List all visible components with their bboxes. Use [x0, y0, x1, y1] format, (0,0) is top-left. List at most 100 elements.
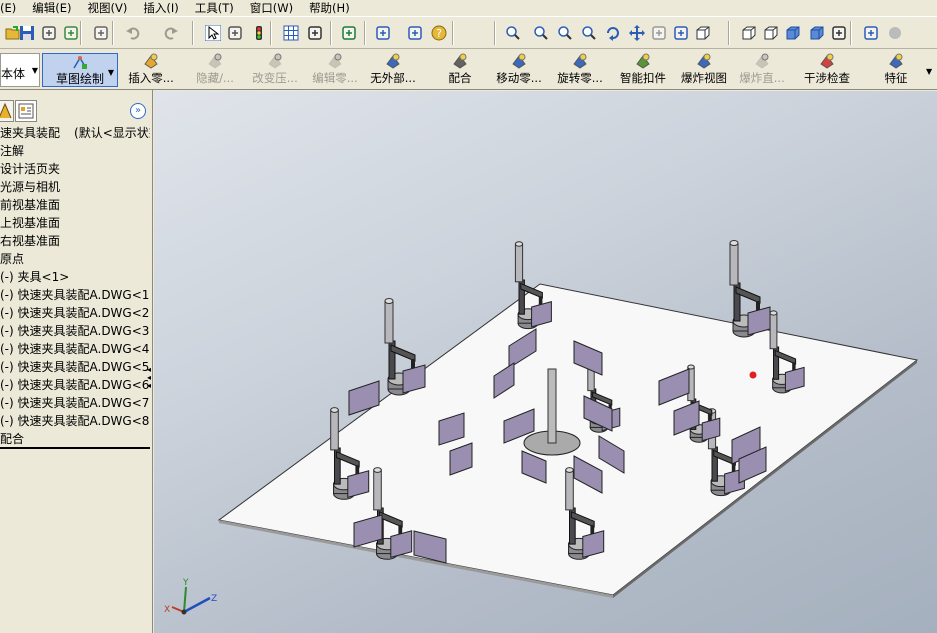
- tree-item[interactable]: (-) 快速夹具装配A.DWG<4>: [0, 340, 150, 358]
- zoom-area-icon: [534, 26, 548, 40]
- panel-tabs: »: [0, 100, 150, 124]
- rotate-button[interactable]: [602, 22, 624, 44]
- grid-button[interactable]: [280, 22, 302, 44]
- command-button[interactable]: 改变压...: [246, 51, 304, 88]
- zoom-in-out-button[interactable]: [554, 22, 576, 44]
- command-button[interactable]: 移动零...: [489, 51, 549, 88]
- command-button[interactable]: 智能扣件: [615, 51, 671, 88]
- left-tab-button[interactable]: 本体 ▼: [0, 53, 40, 87]
- tree-item[interactable]: (-) 快速夹具装配A.DWG<3>: [0, 322, 150, 340]
- tree-item[interactable]: 上视基准面: [0, 214, 150, 232]
- pan-button[interactable]: [626, 22, 648, 44]
- tree-item[interactable]: (-) 快速夹具装配A.DWG<6>: [0, 376, 150, 394]
- tab-feature-manager[interactable]: [0, 100, 14, 122]
- help-button[interactable]: ?: [428, 22, 450, 44]
- clamp-handle-cap: [565, 467, 574, 473]
- command-icon: [573, 53, 587, 69]
- model-view[interactable]: X Y Z: [154, 91, 937, 633]
- monitor-button[interactable]: [828, 22, 850, 44]
- command-icon: [144, 53, 158, 69]
- tree-item[interactable]: 光源与相机: [0, 178, 150, 196]
- menu-item[interactable]: 插入(I): [135, 0, 186, 16]
- standard-toolbar: ?: [0, 16, 937, 49]
- tree-item[interactable]: (-) 快速夹具装配A.DWG<5>: [0, 358, 150, 376]
- splitter-handle[interactable]: ◂ ◂ ◂: [147, 366, 153, 392]
- tree-item[interactable]: (-) 快速夹具装配A.DWG<7>: [0, 394, 150, 412]
- menu-item[interactable]: 编辑(E): [24, 0, 79, 16]
- toolbar-separator: [728, 21, 730, 45]
- tree-item[interactable]: 原点: [0, 250, 150, 268]
- tree-item[interactable]: 注解: [0, 142, 150, 160]
- undo-button[interactable]: [122, 22, 144, 44]
- tree-item[interactable]: (-) 快速夹具装配A.DWG<2>: [0, 304, 150, 322]
- traffic-light-button[interactable]: [248, 22, 270, 44]
- standard-views-button[interactable]: [670, 22, 692, 44]
- command-button[interactable]: 特征: [878, 51, 914, 88]
- properties-button[interactable]: [404, 22, 426, 44]
- tree-item[interactable]: 前视基准面: [0, 196, 150, 214]
- menu-item[interactable]: (E): [0, 0, 24, 16]
- tree-item[interactable]: 设计活页夹: [0, 160, 150, 178]
- zoom-area-button[interactable]: [530, 22, 552, 44]
- graphics-area[interactable]: X Y Z: [154, 91, 937, 633]
- tree-item[interactable]: (-) 快速夹具装配A.DWG<1>: [0, 286, 150, 304]
- section-view-button[interactable]: [860, 22, 882, 44]
- dimension-button[interactable]: [304, 22, 326, 44]
- menu-item[interactable]: 窗口(W): [242, 0, 301, 16]
- appearance-icon: [889, 27, 901, 39]
- expand-panel-button[interactable]: »: [130, 103, 146, 119]
- select-filter-button[interactable]: [224, 22, 246, 44]
- red-marker: [749, 371, 757, 379]
- tree-root-label: 速夹具装配: [0, 126, 61, 140]
- command-label: 配合: [448, 71, 472, 85]
- wireframe-button[interactable]: [692, 22, 714, 44]
- hidden-lines-removed-button[interactable]: [760, 22, 782, 44]
- command-button[interactable]: 旋转零...: [550, 51, 610, 88]
- command-button[interactable]: 干涉检查: [799, 51, 855, 88]
- print-preview-button[interactable]: [38, 22, 60, 44]
- save-button[interactable]: [16, 22, 38, 44]
- command-button[interactable]: 爆炸直...: [734, 51, 790, 88]
- print-button[interactable]: [90, 22, 112, 44]
- tab-property-manager[interactable]: [15, 100, 37, 122]
- tree-item[interactable]: (-) 快速夹具装配A.DWG<8>: [0, 412, 150, 430]
- menu-item[interactable]: 工具(T): [187, 0, 242, 16]
- toolbar-separator: [452, 21, 454, 45]
- command-button[interactable]: 配合: [442, 51, 478, 88]
- zoom-to-fit-button[interactable]: [502, 22, 524, 44]
- chevron-down-icon[interactable]: ▼: [108, 68, 114, 77]
- chevron-down-icon[interactable]: ▼: [32, 66, 38, 75]
- tree-item[interactable]: 右视基准面: [0, 232, 150, 250]
- menu-item[interactable]: 帮助(H): [301, 0, 358, 16]
- hidden-lines-visible-button[interactable]: [738, 22, 760, 44]
- chevron-down-icon[interactable]: ▼: [926, 67, 932, 76]
- tree-item[interactable]: 配合: [0, 430, 150, 448]
- sketch-tab-button[interactable]: 草图绘制 ▼: [42, 53, 118, 87]
- shaded-with-edges-button[interactable]: [782, 22, 804, 44]
- options-button[interactable]: [60, 22, 82, 44]
- feature-tree-icon: [0, 102, 12, 119]
- view-panel-icon: [376, 26, 390, 40]
- menu-item[interactable]: 视图(V): [80, 0, 136, 16]
- command-icon: [889, 53, 903, 69]
- command-button[interactable]: 爆炸视图: [676, 51, 732, 88]
- center-shaft: [547, 368, 557, 444]
- shaded-button[interactable]: [806, 22, 828, 44]
- command-button[interactable]: 插入零...: [121, 51, 181, 88]
- 3d-drawing-view-button[interactable]: [648, 22, 670, 44]
- tree-root[interactable]: 速夹具装配 (默认<显示状态: [0, 124, 150, 142]
- command-button[interactable]: 无外部...: [365, 51, 421, 88]
- select-button[interactable]: [202, 22, 224, 44]
- coordinate-triad: X Y Z: [164, 578, 217, 615]
- redo-button[interactable]: [160, 22, 182, 44]
- 3d-sketch-button[interactable]: [338, 22, 360, 44]
- zoom-to-fit-icon: [506, 26, 520, 40]
- command-button[interactable]: 隐藏/...: [186, 51, 244, 88]
- shaded-icon: [810, 26, 824, 40]
- zoom-selection-button[interactable]: [578, 22, 600, 44]
- triad-origin: [181, 609, 187, 615]
- command-button[interactable]: 编辑零...: [306, 51, 364, 88]
- view-panel-button[interactable]: [372, 22, 394, 44]
- tree-item[interactable]: (-) 夹具<1>: [0, 268, 150, 286]
- appearance-button[interactable]: [884, 22, 906, 44]
